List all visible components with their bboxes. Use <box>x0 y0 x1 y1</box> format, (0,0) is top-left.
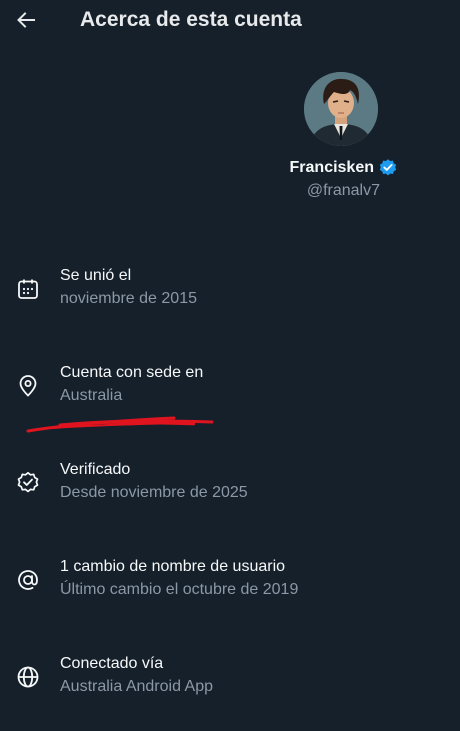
user-handle: @franalv7 <box>306 182 380 199</box>
top-bar: Acerca de esta cuenta <box>0 0 460 40</box>
globe-icon <box>17 666 39 688</box>
info-value-username-changes: Último cambio el octubre de 2019 <box>60 581 299 598</box>
info-item-verified: Verificado Desde noviembre de 2025 <box>0 459 460 515</box>
info-item-location: Cuenta con sede en Australia <box>0 362 460 418</box>
display-name: Francisken <box>289 159 374 176</box>
info-value-joined: noviembre de 2015 <box>60 290 197 307</box>
at-sign-icon <box>18 570 38 590</box>
red-underline-annotation <box>26 416 214 433</box>
about-account-page: Acerca de esta cuenta Francisken @franal… <box>0 0 460 731</box>
info-value-verified: Desde noviembre de 2025 <box>60 484 248 501</box>
info-title-joined: Se unió el <box>60 267 132 284</box>
info-value-location: Australia <box>60 387 123 404</box>
verified-badge-icon <box>17 471 39 493</box>
info-item-connected-via: Conectado vía Australia Android App <box>0 653 460 709</box>
verified-check-icon <box>379 159 397 176</box>
info-title-verified: Verificado <box>60 461 131 478</box>
info-title-location: Cuenta con sede en <box>60 364 204 381</box>
info-item-joined: Se unió el noviembre de 2015 <box>0 265 460 321</box>
location-pin-icon <box>19 375 37 397</box>
calendar-icon <box>18 279 38 299</box>
back-button[interactable] <box>12 6 40 34</box>
info-value-connected-via: Australia Android App <box>60 678 213 695</box>
info-title-connected-via: Conectado vía <box>60 655 164 672</box>
info-item-username-changes: 1 cambio de nombre de usuario Último cam… <box>0 556 460 612</box>
info-title-username-changes: 1 cambio de nombre de usuario <box>60 558 286 575</box>
back-arrow-icon <box>17 12 35 28</box>
avatar-portrait-image <box>304 72 378 146</box>
avatar[interactable] <box>304 72 378 146</box>
page-title: Acerca de esta cuenta <box>80 8 302 31</box>
display-name-row: Francisken <box>290 158 398 178</box>
